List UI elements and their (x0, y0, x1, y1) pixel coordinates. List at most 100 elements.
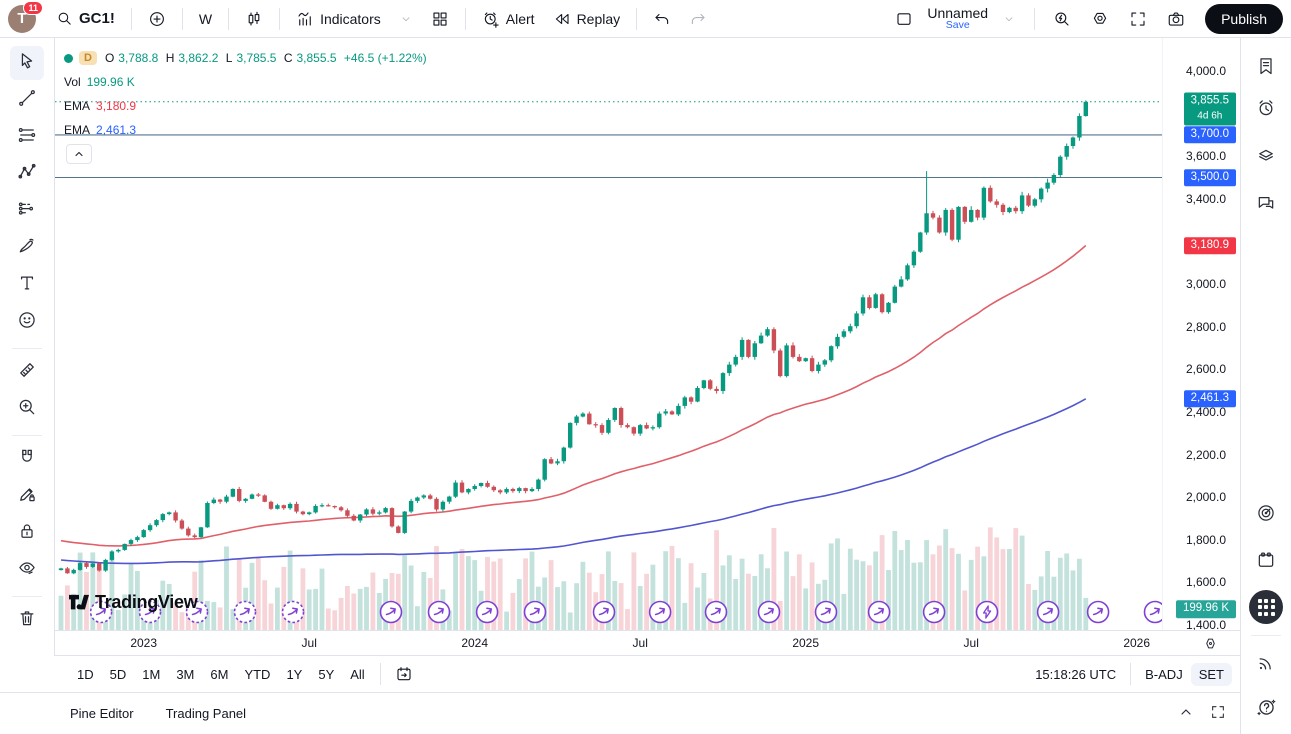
legend-ohlc-row[interactable]: D O3,788.8 H3,862.2 L3,785.5 C3,855.5 +4… (64, 50, 431, 66)
price-tick: 2,600.0 (1186, 362, 1226, 376)
sidebar-news-flow-button[interactable] (1249, 648, 1283, 682)
sidebar-object-tree-button[interactable] (1249, 140, 1283, 174)
trend-line-icon (17, 88, 37, 113)
time-axis[interactable]: 2023Jul2024Jul2025Jul2026 (55, 630, 1240, 656)
redo-button[interactable] (681, 6, 715, 32)
layout-name: Unnamed (927, 6, 988, 21)
rollover-marker-icon[interactable] (816, 602, 837, 623)
range-all-button[interactable]: All (343, 663, 371, 686)
price-axis[interactable]: 4,000.03,600.03,400.03,000.02,800.02,600… (1162, 38, 1240, 630)
rollover-marker-icon[interactable] (1145, 602, 1163, 623)
axis-settings-icon[interactable] (1203, 636, 1218, 654)
timeframe-button[interactable]: W (191, 7, 220, 31)
rollover-marker-icon[interactable] (594, 602, 615, 623)
range-3m-button[interactable]: 3M (169, 663, 201, 686)
range-5y-button[interactable]: 5Y (311, 663, 341, 686)
divider (131, 8, 132, 30)
quick-search-button[interactable] (1045, 6, 1079, 32)
sidebar-apps-button[interactable] (1249, 590, 1283, 624)
magnet-tool[interactable] (10, 442, 44, 476)
rollover-marker-icon[interactable] (1038, 602, 1059, 623)
layout-save-control[interactable]: Unnamed Save (925, 5, 990, 33)
trend-line-tool[interactable] (10, 83, 44, 117)
rollover-marker-icon[interactable] (1088, 602, 1109, 623)
xabcd-pattern-tool[interactable] (10, 157, 44, 191)
clock-utc[interactable]: 15:18:26 UTC (1035, 667, 1116, 682)
rollover-marker-icon[interactable] (429, 602, 450, 623)
text-tool-tool[interactable] (10, 268, 44, 302)
indicators-templates-chevron[interactable] (391, 8, 421, 30)
sidebar-chat-button[interactable] (1249, 188, 1283, 222)
forecast-tool[interactable] (10, 194, 44, 228)
brush-tool[interactable] (10, 231, 44, 265)
remove-drawings-tool[interactable] (10, 603, 44, 637)
price-line-badge: 3,500.0 (1184, 169, 1236, 187)
watchlist-icon (1256, 56, 1276, 81)
sidebar-watchlist-button[interactable] (1249, 51, 1283, 85)
ema2-label: EMA (64, 123, 90, 137)
fullscreen-button[interactable] (1121, 6, 1155, 32)
draw-mode-tool[interactable] (10, 479, 44, 513)
save-link[interactable]: Save (946, 20, 970, 31)
range-6m-button[interactable]: 6M (203, 663, 235, 686)
ruler-tool[interactable] (10, 355, 44, 389)
expand-panel-button[interactable] (1178, 704, 1194, 723)
sidebar-alerts-button[interactable] (1249, 93, 1283, 127)
chart-type-button[interactable] (237, 6, 271, 32)
volume-badge: 199.96 K (1176, 600, 1236, 618)
rollover-marker-icon[interactable] (477, 602, 498, 623)
alert-button[interactable]: Alert (474, 6, 543, 32)
lightning-marker-icon[interactable] (977, 602, 998, 623)
emoji-tool[interactable] (10, 305, 44, 339)
legend-volume-row[interactable]: Vol 199.96 K (64, 74, 431, 90)
rollover-marker-icon[interactable] (869, 602, 890, 623)
rollover-marker-icon[interactable] (235, 602, 256, 623)
go-to-date-button[interactable] (387, 661, 421, 687)
trading-panel-tab[interactable]: Trading Panel (166, 706, 246, 721)
range-1d-button[interactable]: 1D (70, 663, 101, 686)
pine-editor-tab[interactable]: Pine Editor (70, 706, 134, 721)
range-1y-button[interactable]: 1Y (279, 663, 309, 686)
maximize-panel-button[interactable] (1210, 704, 1226, 723)
sidebar-screener-button[interactable] (1249, 498, 1283, 532)
bottom-toolbar: 1D5D1M3M6MYTD1Y5YAll 15:18:26 UTC B-ADJ … (0, 656, 1240, 692)
hide-drawings-tool[interactable] (10, 553, 44, 587)
range-5d-button[interactable]: 5D (103, 663, 134, 686)
legend-ema1-row[interactable]: EMA 3,180.9 (64, 98, 431, 114)
divider (380, 663, 381, 685)
publish-button[interactable]: Publish (1205, 4, 1283, 34)
legend-ema2-row[interactable]: EMA 2,461.3 (64, 122, 431, 138)
sidebar-help-button[interactable] (1249, 693, 1283, 727)
range-ytd-button[interactable]: YTD (237, 663, 277, 686)
rollover-marker-icon[interactable] (650, 602, 671, 623)
rollover-marker-icon[interactable] (759, 602, 780, 623)
zoom-in-tool[interactable] (10, 392, 44, 426)
chart-settings-button[interactable] (1083, 6, 1117, 32)
compare-add-button[interactable] (140, 6, 174, 32)
layout-menu-chevron[interactable] (994, 8, 1024, 30)
undo-button[interactable] (645, 6, 679, 32)
range-1m-button[interactable]: 1M (135, 663, 167, 686)
sidebar-calendar-button[interactable] (1249, 545, 1283, 579)
replay-button[interactable]: Replay (545, 6, 629, 32)
rollover-marker-icon[interactable] (525, 602, 546, 623)
indicator-templates-button[interactable] (423, 6, 457, 32)
rollover-marker-icon[interactable] (381, 602, 402, 623)
symbol-search-button[interactable]: GC1! (48, 6, 123, 31)
divider (465, 8, 466, 30)
layout-select-button[interactable] (887, 6, 921, 32)
cursor-tool[interactable] (10, 46, 44, 80)
legend-collapse-button[interactable] (66, 144, 92, 164)
close-value: 3,855.5 (297, 51, 337, 65)
ema-line[interactable] (61, 399, 1086, 564)
user-avatar[interactable]: T 11 (8, 5, 36, 33)
fib-retracement-tool[interactable] (10, 120, 44, 154)
adjust-data-button[interactable]: B-ADJ (1145, 667, 1183, 682)
rollover-marker-icon[interactable] (706, 602, 727, 623)
snapshot-button[interactable] (1159, 6, 1193, 32)
indicators-button[interactable]: Indicators (288, 6, 389, 32)
rollover-marker-icon[interactable] (283, 602, 304, 623)
rollover-marker-icon[interactable] (924, 602, 945, 623)
lock-all-tool[interactable] (10, 516, 44, 550)
settlement-button[interactable]: SET (1191, 663, 1232, 686)
